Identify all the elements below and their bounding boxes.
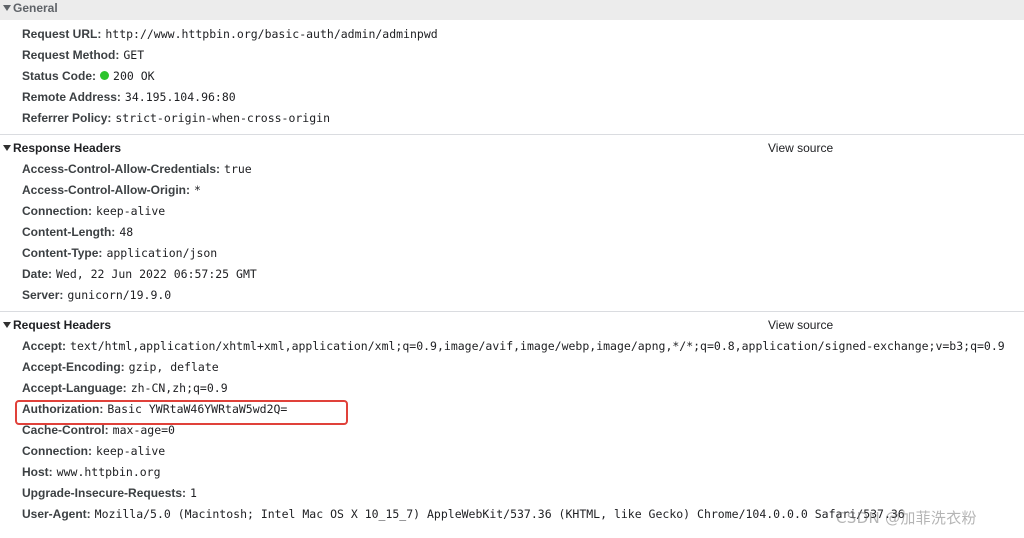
header-row: Connection: keep-alive — [0, 201, 1024, 222]
section-header-general[interactable]: General — [0, 0, 1024, 20]
header-value[interactable]: 1 — [190, 486, 197, 500]
header-value[interactable]: 200 OK — [113, 69, 155, 83]
header-name: Access-Control-Allow-Credentials: — [22, 162, 221, 176]
section-header-request-headers[interactable]: Request Headers View source — [0, 315, 1024, 336]
header-name: Status Code: — [22, 69, 97, 83]
header-name: Connection: — [22, 204, 92, 218]
header-row: Accept-Encoding: gzip, deflate — [0, 357, 1024, 378]
request-header-rows: Accept: text/html,application/xhtml+xml,a… — [0, 336, 1024, 525]
section-title-request-headers: Request Headers — [13, 318, 112, 332]
section-header-response-headers[interactable]: Response Headers View source — [0, 138, 1024, 159]
header-value[interactable]: Mozilla/5.0 (Macintosh; Intel Mac OS X 1… — [95, 507, 905, 521]
header-value[interactable]: max-age=0 — [113, 423, 175, 437]
section-title-response-headers: Response Headers — [13, 141, 122, 155]
header-name: Host: — [22, 465, 53, 479]
header-row-request-method: Request Method: GET — [0, 45, 1024, 66]
header-value[interactable]: Basic YWRtaW46YWRtaW5wd2Q= — [107, 402, 287, 416]
general-rows: Request URL: http://www.httpbin.org/basic… — [0, 24, 1024, 129]
header-name: Content-Length: — [22, 225, 116, 239]
header-row: Content-Length: 48 — [0, 222, 1024, 243]
header-name: Connection: — [22, 444, 92, 458]
header-name: Access-Control-Allow-Origin: — [22, 183, 191, 197]
header-name: Upgrade-Insecure-Requests: — [22, 486, 187, 500]
expand-triangle-icon[interactable] — [3, 5, 11, 11]
response-header-rows: Access-Control-Allow-Credentials: true Ac… — [0, 159, 1024, 306]
header-value[interactable]: * — [194, 183, 201, 197]
header-row: Date: Wed, 22 Jun 2022 06:57:25 GMT — [0, 264, 1024, 285]
header-name: Request URL: — [22, 27, 102, 41]
header-value[interactable]: true — [224, 162, 252, 176]
header-row: Upgrade-Insecure-Requests: 1 — [0, 483, 1024, 504]
header-name: Server: — [22, 288, 64, 302]
header-value[interactable]: 34.195.104.96:80 — [125, 90, 236, 104]
header-value[interactable]: text/html,application/xhtml+xml,applicat… — [70, 339, 1005, 353]
header-name: Accept-Language: — [22, 381, 127, 395]
header-row: Server: gunicorn/19.9.0 — [0, 285, 1024, 306]
header-row: Access-Control-Allow-Credentials: true — [0, 159, 1024, 180]
header-row-referrer-policy: Referrer Policy: strict-origin-when-cross… — [0, 108, 1024, 129]
header-value[interactable]: keep-alive — [96, 204, 165, 218]
status-success-dot-icon — [100, 71, 110, 80]
header-value[interactable]: gzip, deflate — [129, 360, 219, 374]
header-row: Content-Type: application/json — [0, 243, 1024, 264]
header-name: Referrer Policy: — [22, 111, 112, 125]
header-value[interactable]: www.httpbin.org — [57, 465, 161, 479]
header-name: Content-Type: — [22, 246, 103, 260]
expand-triangle-icon[interactable] — [3, 145, 11, 151]
header-value[interactable]: GET — [123, 48, 144, 62]
header-row-status-code: Status Code: 200 OK — [0, 66, 1024, 87]
header-value[interactable]: gunicorn/19.9.0 — [67, 288, 171, 302]
header-row: Accept-Language: zh-CN,zh;q=0.9 — [0, 378, 1024, 399]
header-row-authorization: Authorization: Basic YWRtaW46YWRtaW5wd2Q= — [0, 399, 1024, 420]
header-value[interactable]: zh-CN,zh;q=0.9 — [131, 381, 228, 395]
view-source-link-request[interactable]: View source — [768, 315, 833, 336]
header-name: Request Method: — [22, 48, 120, 62]
header-value[interactable]: 48 — [119, 225, 133, 239]
header-name: Remote Address: — [22, 90, 121, 104]
header-value[interactable]: Wed, 22 Jun 2022 06:57:25 GMT — [56, 267, 257, 281]
section-divider — [0, 311, 1024, 312]
expand-triangle-icon[interactable] — [3, 322, 11, 328]
csdn-watermark: CSDN @加菲洗衣粉 — [836, 509, 977, 527]
header-row: Accept: text/html,application/xhtml+xml,a… — [0, 336, 1024, 357]
header-name: Cache-Control: — [22, 423, 109, 437]
header-value[interactable]: application/json — [106, 246, 217, 260]
header-row: Cache-Control: max-age=0 — [0, 420, 1024, 441]
header-name: Date: — [22, 267, 53, 281]
header-name: Authorization: — [22, 402, 104, 416]
header-name: User-Agent: — [22, 507, 91, 521]
header-name: Accept-Encoding: — [22, 360, 125, 374]
header-value[interactable]: http://www.httpbin.org/basic-auth/admin/… — [105, 27, 437, 41]
header-value[interactable]: keep-alive — [96, 444, 165, 458]
header-row-request-url: Request URL: http://www.httpbin.org/basic… — [0, 24, 1024, 45]
view-source-link-response[interactable]: View source — [768, 138, 833, 159]
header-row: Access-Control-Allow-Origin: * — [0, 180, 1024, 201]
section-divider — [0, 134, 1024, 135]
header-row: Host: www.httpbin.org — [0, 462, 1024, 483]
header-name: Accept: — [22, 339, 67, 353]
header-row: Connection: keep-alive — [0, 441, 1024, 462]
header-value[interactable]: strict-origin-when-cross-origin — [115, 111, 330, 125]
section-title-general: General — [13, 1, 58, 15]
header-row-remote-address: Remote Address: 34.195.104.96:80 — [0, 87, 1024, 108]
